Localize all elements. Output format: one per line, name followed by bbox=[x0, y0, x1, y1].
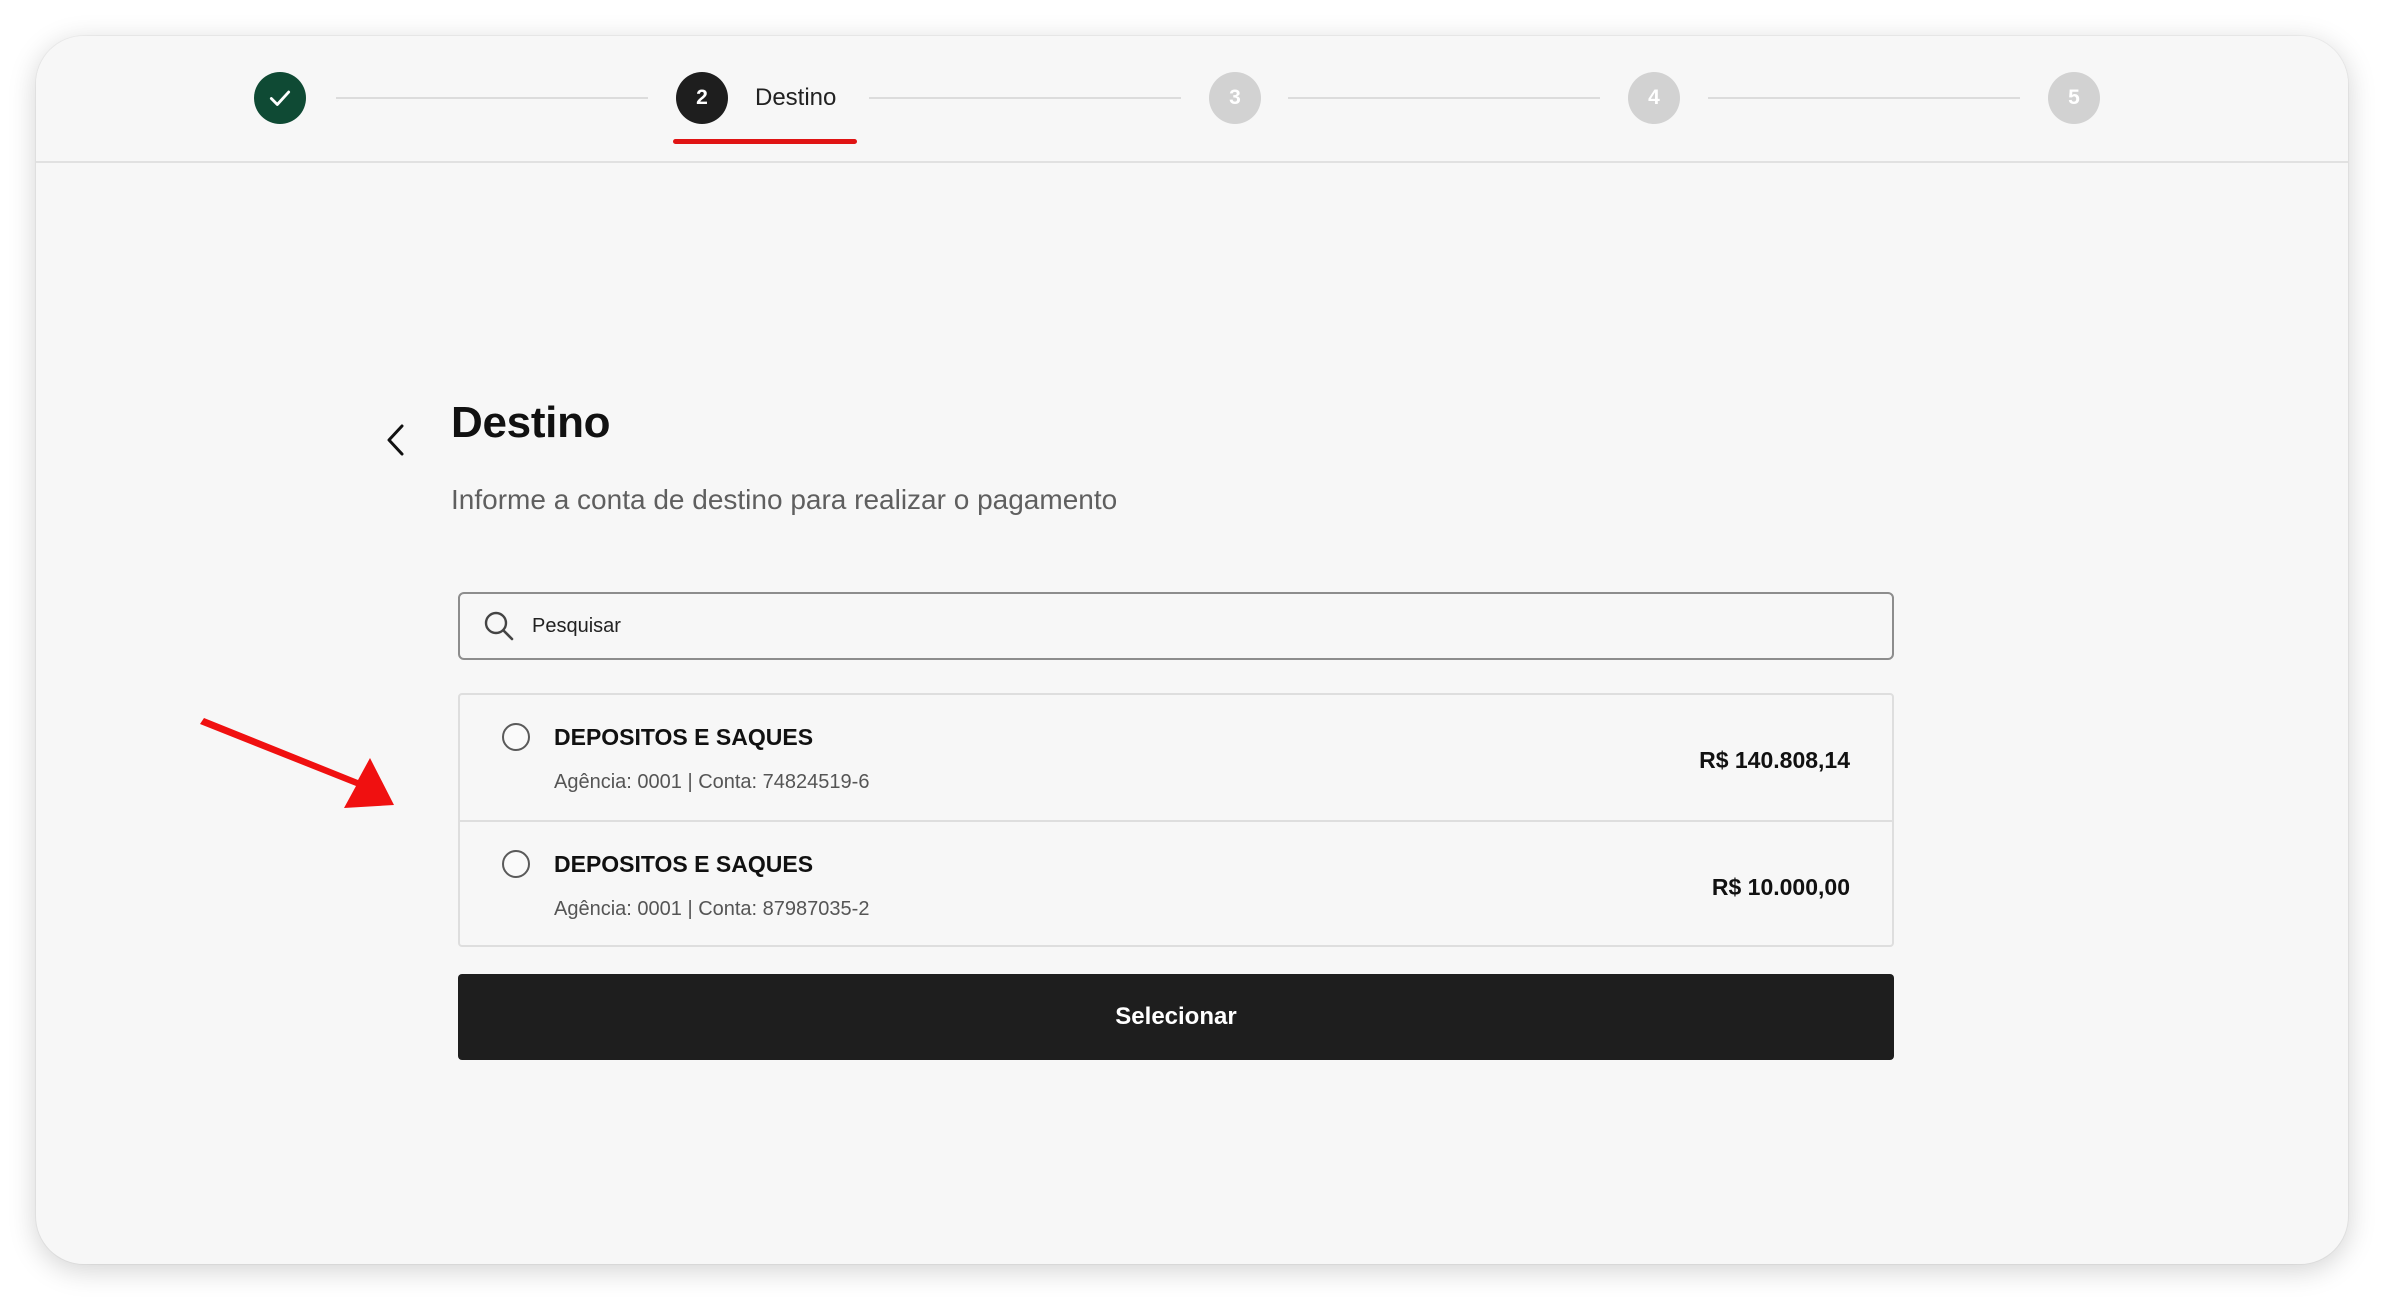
active-step-underline bbox=[673, 139, 857, 144]
account-radio[interactable] bbox=[502, 723, 530, 751]
step-number: 3 bbox=[1229, 86, 1241, 109]
step-5-pending: 5 bbox=[2048, 72, 2100, 124]
account-details: Agência: 0001 | Conta: 74824519-6 bbox=[554, 771, 870, 793]
select-button[interactable]: Selecionar bbox=[458, 974, 1894, 1060]
chevron-left-icon bbox=[387, 424, 404, 456]
search-input[interactable] bbox=[530, 605, 1834, 647]
app-window: 2 Destino 3 4 5 Destino Informe a conta … bbox=[36, 36, 2348, 1264]
step-connector bbox=[336, 97, 648, 99]
step-2-label: Destino bbox=[755, 84, 837, 111]
page-subtitle: Informe a conta de destino para realizar… bbox=[451, 484, 1118, 515]
account-list: DEPOSITOS E SAQUES Agência: 0001 | Conta… bbox=[458, 693, 1894, 947]
back-button[interactable] bbox=[376, 414, 416, 466]
search-icon bbox=[482, 609, 516, 643]
step-number: 2 bbox=[696, 86, 708, 109]
step-connector bbox=[1288, 97, 1600, 99]
check-icon bbox=[269, 90, 291, 106]
account-item[interactable]: DEPOSITOS E SAQUES Agência: 0001 | Conta… bbox=[460, 820, 1892, 945]
step-4-pending: 4 bbox=[1628, 72, 1680, 124]
account-balance: R$ 10.000,00 bbox=[1711, 874, 1850, 900]
step-1-completed[interactable] bbox=[254, 72, 306, 124]
step-connector bbox=[869, 97, 1181, 99]
account-name: DEPOSITOS E SAQUES bbox=[554, 724, 814, 750]
step-2-current[interactable]: 2 bbox=[676, 72, 728, 124]
page-title: Destino bbox=[451, 398, 611, 447]
step-number: 5 bbox=[2068, 86, 2080, 109]
account-item[interactable]: DEPOSITOS E SAQUES Agência: 0001 | Conta… bbox=[460, 695, 1892, 820]
account-details: Agência: 0001 | Conta: 87987035-2 bbox=[554, 898, 870, 920]
progress-stepper: 2 Destino 3 4 5 bbox=[36, 36, 2348, 163]
step-connector bbox=[1708, 97, 2020, 99]
account-radio[interactable] bbox=[502, 850, 530, 878]
account-name: DEPOSITOS E SAQUES bbox=[554, 851, 814, 877]
step-number: 4 bbox=[1648, 86, 1660, 109]
step-3-pending: 3 bbox=[1209, 72, 1261, 124]
account-balance: R$ 140.808,14 bbox=[1699, 747, 1850, 773]
search-field[interactable] bbox=[458, 592, 1894, 660]
